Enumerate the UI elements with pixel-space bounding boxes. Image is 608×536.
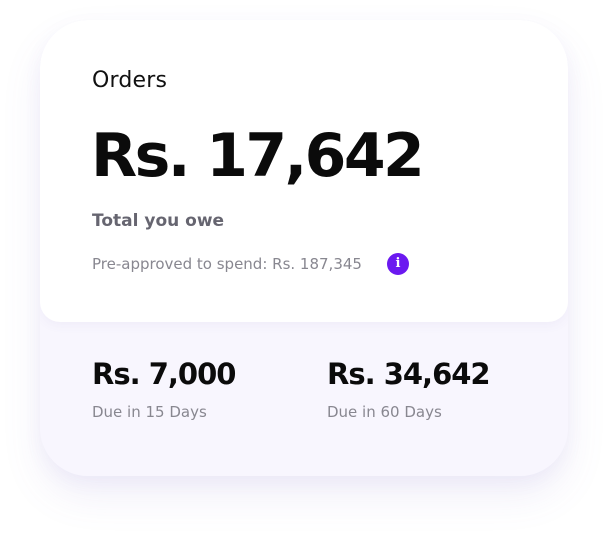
due-label: Due in 15 Days <box>92 403 207 421</box>
due-amount: Rs. 34,642 <box>327 357 491 391</box>
orders-summary-panel: Orders Rs. 17,642 Total you owe Pre-appr… <box>40 20 568 322</box>
due-item: Rs. 7,000 Due in 15 Days <box>92 357 236 422</box>
due-item: Rs. 34,642 Due in 60 Days <box>327 357 491 422</box>
orders-card: Orders Rs. 17,642 Total you owe Pre-appr… <box>40 20 568 476</box>
section-title: Orders <box>92 68 168 93</box>
total-owed-label: Total you owe <box>92 211 225 231</box>
due-amount: Rs. 7,000 <box>92 357 236 391</box>
preapproved-text: Pre-approved to spend: Rs. 187,345 <box>92 255 362 273</box>
due-label: Due in 60 Days <box>327 403 442 421</box>
total-owed-amount: Rs. 17,642 <box>91 121 425 191</box>
info-icon[interactable]: i <box>387 253 409 275</box>
